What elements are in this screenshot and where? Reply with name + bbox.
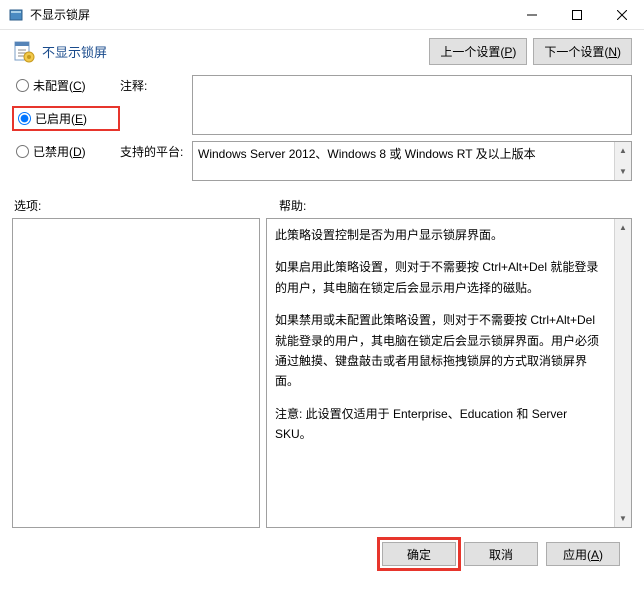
window-title: 不显示锁屏	[30, 6, 509, 23]
scroll-down-icon[interactable]: ▼	[615, 510, 631, 527]
radio-column: 未配置(C) 已启用(E) 已禁用(D)	[12, 75, 120, 187]
help-p3: 如果禁用或未配置此策略设置，则对于不需要按 Ctrl+Alt+Del 就能登录的…	[275, 310, 606, 392]
radio-enabled[interactable]: 已启用(E)	[12, 106, 120, 131]
radio-enabled-input[interactable]	[18, 112, 31, 125]
ok-button[interactable]: 确定	[382, 542, 456, 566]
minimize-button[interactable]	[509, 0, 554, 30]
help-p1: 此策略设置控制是否为用户显示锁屏界面。	[275, 225, 606, 245]
window-controls	[509, 0, 644, 29]
next-setting-button[interactable]: 下一个设置(N)	[533, 38, 632, 65]
scroll-up-icon[interactable]: ▲	[615, 142, 631, 159]
platform-box: Windows Server 2012、Windows 8 或 Windows …	[192, 141, 632, 181]
options-panel	[12, 218, 260, 528]
platform-text: Windows Server 2012、Windows 8 或 Windows …	[193, 142, 614, 180]
close-button[interactable]	[599, 0, 644, 30]
comment-textarea[interactable]	[192, 75, 632, 135]
previous-setting-button[interactable]: 上一个设置(P)	[429, 38, 527, 65]
platform-label: 支持的平台:	[120, 141, 192, 181]
policy-icon	[12, 40, 36, 64]
header-row: 不显示锁屏 上一个设置(P) 下一个设置(N)	[12, 38, 632, 65]
help-panel: 此策略设置控制是否为用户显示锁屏界面。 如果启用此策略设置，则对于不需要按 Ct…	[266, 218, 632, 528]
help-scrollbar[interactable]: ▲ ▼	[614, 219, 631, 527]
titlebar: 不显示锁屏	[0, 0, 644, 30]
radio-disabled[interactable]: 已禁用(D)	[12, 141, 120, 162]
options-content	[13, 219, 259, 527]
radio-not-configured-input[interactable]	[16, 79, 29, 92]
help-content: 此策略设置控制是否为用户显示锁屏界面。 如果启用此策略设置，则对于不需要按 Ct…	[267, 219, 614, 527]
scroll-up-icon[interactable]: ▲	[615, 219, 631, 236]
cancel-button[interactable]: 取消	[464, 542, 538, 566]
help-p4: 注意: 此设置仅适用于 Enterprise、Education 和 Serve…	[275, 404, 606, 445]
help-p2: 如果启用此策略设置，则对于不需要按 Ctrl+Alt+Del 就能登录的用户，其…	[275, 257, 606, 298]
radio-disabled-label: 已禁用(D)	[33, 143, 86, 160]
scroll-down-icon[interactable]: ▼	[615, 163, 631, 180]
policy-title: 不显示锁屏	[42, 42, 107, 61]
radio-not-configured[interactable]: 未配置(C)	[12, 75, 120, 96]
platform-scrollbar[interactable]: ▲ ▼	[614, 142, 631, 180]
comment-label: 注释:	[120, 75, 192, 135]
radio-not-configured-label: 未配置(C)	[33, 77, 86, 94]
help-section-label: 帮助:	[277, 197, 306, 214]
radio-enabled-label: 已启用(E)	[35, 110, 87, 127]
app-icon	[8, 7, 24, 23]
maximize-button[interactable]	[554, 0, 599, 30]
radio-disabled-input[interactable]	[16, 145, 29, 158]
options-section-label: 选项:	[12, 197, 277, 214]
policy-title-area: 不显示锁屏	[12, 40, 429, 64]
apply-button[interactable]: 应用(A)	[546, 542, 620, 566]
